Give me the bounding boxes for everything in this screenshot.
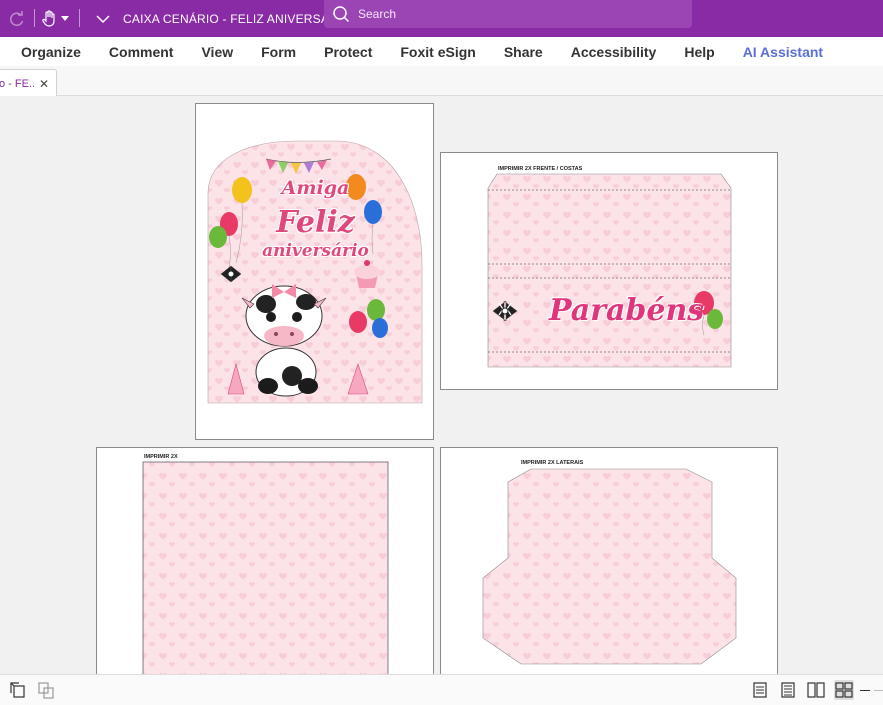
ribbon-menu: Organize Comment View Form Protect Foxit…: [0, 37, 883, 66]
title-bar: CAIXA CENÁRIO - FELIZ ANIVERSÁRIO... Sea…: [0, 0, 883, 37]
menu-form[interactable]: Form: [247, 44, 310, 60]
document-tab-strip: o - FE... ✕: [0, 66, 883, 97]
two-page-icon: [807, 682, 825, 698]
banner-greeting: Parabéns: [549, 293, 705, 328]
zoom-out-control[interactable]: [860, 690, 870, 691]
redo-icon: [10, 10, 24, 26]
document-view[interactable]: Amiga Feliz aniversário IMPRIMIR 2X FREN…: [0, 96, 883, 674]
card-artwork: [207, 140, 423, 404]
card-title-line2: Feliz: [276, 205, 355, 240]
single-page-icon: [753, 682, 767, 698]
single-page-view-button[interactable]: [750, 680, 770, 700]
menu-comment[interactable]: Comment: [95, 44, 188, 60]
customize-icon: [96, 14, 110, 23]
menu-view[interactable]: View: [187, 44, 247, 60]
page-thumbnail-3[interactable]: IMPRIMIR 2X: [96, 447, 434, 674]
search-box[interactable]: Search: [324, 0, 692, 28]
zoom-slider[interactable]: [874, 690, 883, 691]
page-thumbnail-2[interactable]: IMPRIMIR 2X FRENTE / COSTAS Parabéns: [440, 152, 778, 390]
document-tab[interactable]: o - FE... ✕: [0, 69, 57, 97]
document-tab-label: o - FE...: [0, 77, 35, 90]
two-page-continuous-view-button[interactable]: [834, 680, 854, 700]
menu-organize[interactable]: Organize: [0, 44, 95, 60]
panel-template: [142, 461, 389, 674]
continuous-page-icon: [781, 682, 795, 698]
side-panel-template: [482, 468, 737, 665]
close-tab-icon[interactable]: ✕: [39, 77, 49, 91]
toolbar-divider: [79, 9, 80, 27]
page-thumbnail-1[interactable]: Amiga Feliz aniversário: [195, 103, 434, 440]
page-copy-button[interactable]: [36, 680, 56, 700]
toolbar-divider: [34, 9, 35, 27]
menu-help[interactable]: Help: [670, 44, 728, 60]
hand-tool-button[interactable]: [38, 0, 72, 37]
search-input[interactable]: Search: [358, 7, 396, 21]
dropdown-arrow-icon: [60, 15, 69, 21]
banner-template: [487, 173, 732, 368]
hand-tool-icon: [41, 10, 55, 27]
menu-share[interactable]: Share: [490, 44, 557, 60]
customize-toolbar-button[interactable]: [92, 0, 114, 37]
card-title-line3: aniversário: [262, 241, 369, 261]
card-title-line1: Amiga: [281, 177, 350, 199]
two-page-view-button[interactable]: [806, 680, 826, 700]
menu-accessibility[interactable]: Accessibility: [557, 44, 671, 60]
menu-protect[interactable]: Protect: [310, 44, 386, 60]
page-copy-icon: [38, 682, 54, 699]
menu-ai-assistant[interactable]: AI Assistant: [729, 44, 837, 60]
continuous-page-view-button[interactable]: [778, 680, 798, 700]
rotate-view-button[interactable]: [8, 680, 28, 700]
menu-foxit-esign[interactable]: Foxit eSign: [386, 44, 489, 60]
search-icon: [333, 6, 350, 23]
page-thumbnail-4[interactable]: IMPRIMIR 2X LATERAIS: [440, 447, 778, 674]
two-page-continuous-icon: [835, 682, 853, 698]
rotate-view-icon: [10, 682, 25, 698]
status-bar: [0, 674, 883, 705]
redo-button[interactable]: [6, 0, 28, 37]
